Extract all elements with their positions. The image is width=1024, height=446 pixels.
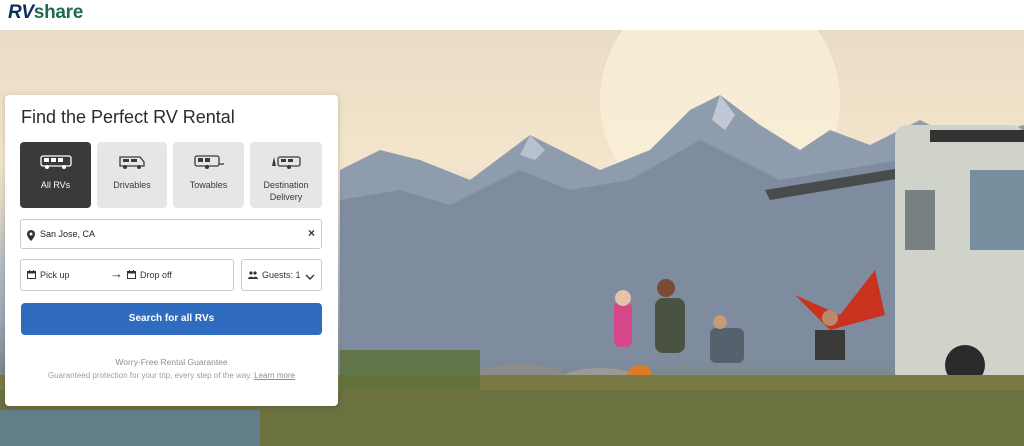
guests-selector[interactable]: Guests: 1 — [241, 259, 322, 291]
pickup-date-field[interactable]: Pick up — [27, 270, 70, 281]
rv-type-destination-label-line2: Delivery — [269, 192, 303, 202]
dropoff-label: Drop off — [140, 270, 172, 280]
guarantee-text: Guaranteed protection for your trip, eve… — [47, 371, 252, 380]
people-icon — [248, 271, 258, 281]
chevron-down-icon — [305, 269, 315, 287]
map-pin-icon — [27, 228, 35, 246]
guests-field: Guests: 1 — [248, 270, 301, 281]
rv-type-selector: All RVs Drivables Towables Destination D… — [20, 142, 323, 208]
location-value: San Jose, CA — [40, 229, 96, 239]
travel-trailer-icon — [193, 154, 225, 175]
rv-type-destination-label-line1: Destination — [263, 180, 309, 190]
rv-type-destination-delivery[interactable]: Destination Delivery — [250, 142, 322, 208]
motorhome-icon — [39, 154, 72, 175]
date-range-picker[interactable]: Pick up → Drop off — [20, 259, 234, 291]
pickup-label: Pick up — [40, 270, 70, 280]
search-card-title: Find the Perfect RV Rental — [21, 107, 235, 127]
search-button[interactable]: Search for all RVs — [21, 303, 322, 335]
rv-type-all-rvs[interactable]: All RVs — [20, 142, 91, 208]
rv-type-all-rvs-label: All RVs — [40, 180, 71, 190]
arrow-right-icon: → — [110, 266, 123, 281]
campervan-icon — [118, 154, 146, 175]
search-card: Find the Perfect RV Rental All RVs Driva… — [5, 95, 338, 406]
learn-more-link[interactable]: Learn more — [254, 371, 295, 380]
guests-label: Guests: 1 — [262, 270, 301, 280]
clear-location-icon[interactable]: × — [308, 226, 315, 240]
calendar-icon — [27, 270, 36, 281]
guarantee-description: Guaranteed protection for your trip, eve… — [5, 371, 338, 380]
rv-type-towables[interactable]: Towables — [173, 142, 244, 208]
delivered-trailer-icon — [269, 154, 303, 175]
rv-type-towables-label: Towables — [189, 180, 228, 190]
calendar-icon — [127, 270, 136, 281]
dropoff-date-field[interactable]: Drop off — [127, 270, 172, 281]
location-input[interactable]: San Jose, CA × — [20, 219, 322, 249]
rv-type-drivables-label: Drivables — [113, 180, 151, 190]
rv-type-drivables[interactable]: Drivables — [97, 142, 167, 208]
rvshare-logo[interactable]: RVshare — [8, 2, 83, 24]
guarantee-title: Worry-Free Rental Guarantee — [115, 357, 228, 367]
site-header: RVshare — [0, 0, 1024, 30]
